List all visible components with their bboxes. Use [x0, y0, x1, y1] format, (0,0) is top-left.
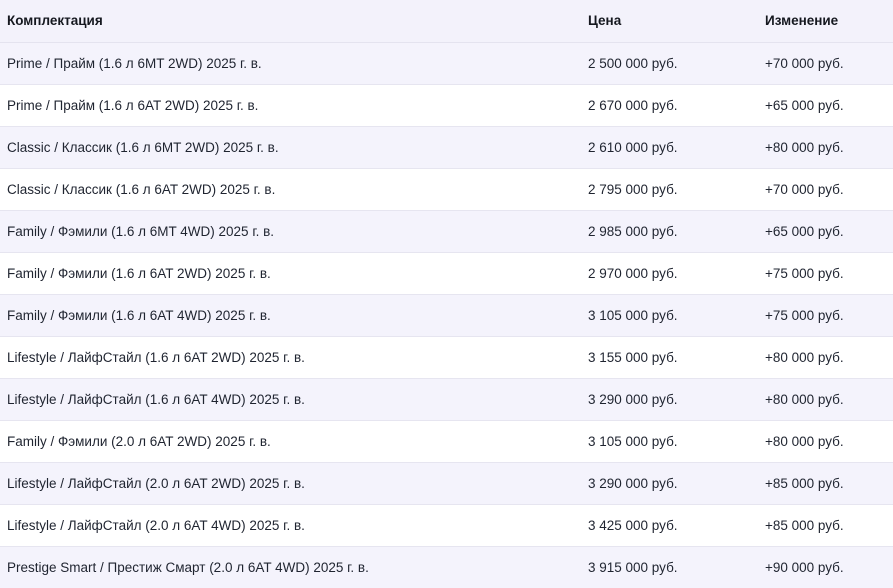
- table-row: Family / Фэмили (1.6 л 6AT 4WD) 2025 г. …: [0, 294, 893, 337]
- cell-config: Lifestyle / ЛайфСтайл (2.0 л 6AT 2WD) 20…: [0, 462, 581, 505]
- header-row: Комплектация Цена Изменение: [0, 0, 893, 43]
- cell-price: 2 985 000 руб.: [581, 210, 758, 253]
- cell-config: Family / Фэмили (1.6 л 6AT 2WD) 2025 г. …: [0, 252, 581, 295]
- cell-price: 2 610 000 руб.: [581, 126, 758, 169]
- cell-config: Prestige Smart / Престиж Смарт (2.0 л 6A…: [0, 546, 581, 588]
- cell-price: 3 105 000 руб.: [581, 294, 758, 337]
- cell-price: 3 915 000 руб.: [581, 546, 758, 588]
- cell-change: +80 000 руб.: [758, 126, 893, 169]
- cell-change: +75 000 руб.: [758, 252, 893, 295]
- cell-price: 3 155 000 руб.: [581, 336, 758, 379]
- cell-change: +80 000 руб.: [758, 378, 893, 421]
- cell-config: Family / Фэмили (1.6 л 6AT 4WD) 2025 г. …: [0, 294, 581, 337]
- cell-price: 3 290 000 руб.: [581, 378, 758, 421]
- cell-change: +65 000 руб.: [758, 84, 893, 127]
- table-row: Family / Фэмили (1.6 л 6MT 4WD) 2025 г. …: [0, 210, 893, 253]
- cell-config: Family / Фэмили (1.6 л 6MT 4WD) 2025 г. …: [0, 210, 581, 253]
- cell-change: +65 000 руб.: [758, 210, 893, 253]
- table-body: Prime / Прайм (1.6 л 6MT 2WD) 2025 г. в.…: [0, 42, 893, 588]
- cell-price: 3 290 000 руб.: [581, 462, 758, 505]
- price-table: Комплектация Цена Изменение Prime / Прай…: [0, 0, 893, 588]
- header-config: Комплектация: [0, 0, 581, 43]
- table-row: Prestige Smart / Престиж Смарт (2.0 л 6A…: [0, 546, 893, 588]
- table-row: Lifestyle / ЛайфСтайл (2.0 л 6AT 4WD) 20…: [0, 504, 893, 547]
- cell-config: Classic / Классик (1.6 л 6AT 2WD) 2025 г…: [0, 168, 581, 211]
- table-row: Classic / Классик (1.6 л 6AT 2WD) 2025 г…: [0, 168, 893, 211]
- table-row: Lifestyle / ЛайфСтайл (1.6 л 6AT 2WD) 20…: [0, 336, 893, 379]
- cell-config: Classic / Классик (1.6 л 6MT 2WD) 2025 г…: [0, 126, 581, 169]
- cell-change: +70 000 руб.: [758, 42, 893, 85]
- cell-change: +70 000 руб.: [758, 168, 893, 211]
- cell-change: +75 000 руб.: [758, 294, 893, 337]
- cell-price: 3 425 000 руб.: [581, 504, 758, 547]
- cell-config: Lifestyle / ЛайфСтайл (1.6 л 6AT 2WD) 20…: [0, 336, 581, 379]
- table-row: Lifestyle / ЛайфСтайл (1.6 л 6AT 4WD) 20…: [0, 378, 893, 421]
- table-row: Prime / Прайм (1.6 л 6MT 2WD) 2025 г. в.…: [0, 42, 893, 85]
- cell-config: Prime / Прайм (1.6 л 6AT 2WD) 2025 г. в.: [0, 84, 581, 127]
- header-price: Цена: [581, 0, 758, 43]
- cell-price: 3 105 000 руб.: [581, 420, 758, 463]
- cell-price: 2 970 000 руб.: [581, 252, 758, 295]
- table-row: Family / Фэмили (1.6 л 6AT 2WD) 2025 г. …: [0, 252, 893, 295]
- table-row: Lifestyle / ЛайфСтайл (2.0 л 6AT 2WD) 20…: [0, 462, 893, 505]
- header-change: Изменение: [758, 0, 893, 43]
- table-row: Prime / Прайм (1.6 л 6AT 2WD) 2025 г. в.…: [0, 84, 893, 127]
- cell-change: +90 000 руб.: [758, 546, 893, 588]
- cell-change: +85 000 руб.: [758, 462, 893, 505]
- cell-price: 2 795 000 руб.: [581, 168, 758, 211]
- cell-config: Lifestyle / ЛайфСтайл (2.0 л 6AT 4WD) 20…: [0, 504, 581, 547]
- cell-change: +80 000 руб.: [758, 336, 893, 379]
- cell-price: 2 500 000 руб.: [581, 42, 758, 85]
- cell-config: Prime / Прайм (1.6 л 6MT 2WD) 2025 г. в.: [0, 42, 581, 85]
- table-row: Family / Фэмили (2.0 л 6AT 2WD) 2025 г. …: [0, 420, 893, 463]
- cell-price: 2 670 000 руб.: [581, 84, 758, 127]
- cell-change: +80 000 руб.: [758, 420, 893, 463]
- cell-change: +85 000 руб.: [758, 504, 893, 547]
- cell-config: Family / Фэмили (2.0 л 6AT 2WD) 2025 г. …: [0, 420, 581, 463]
- table-row: Classic / Классик (1.6 л 6MT 2WD) 2025 г…: [0, 126, 893, 169]
- cell-config: Lifestyle / ЛайфСтайл (1.6 л 6AT 4WD) 20…: [0, 378, 581, 421]
- table-header: Комплектация Цена Изменение: [0, 0, 893, 43]
